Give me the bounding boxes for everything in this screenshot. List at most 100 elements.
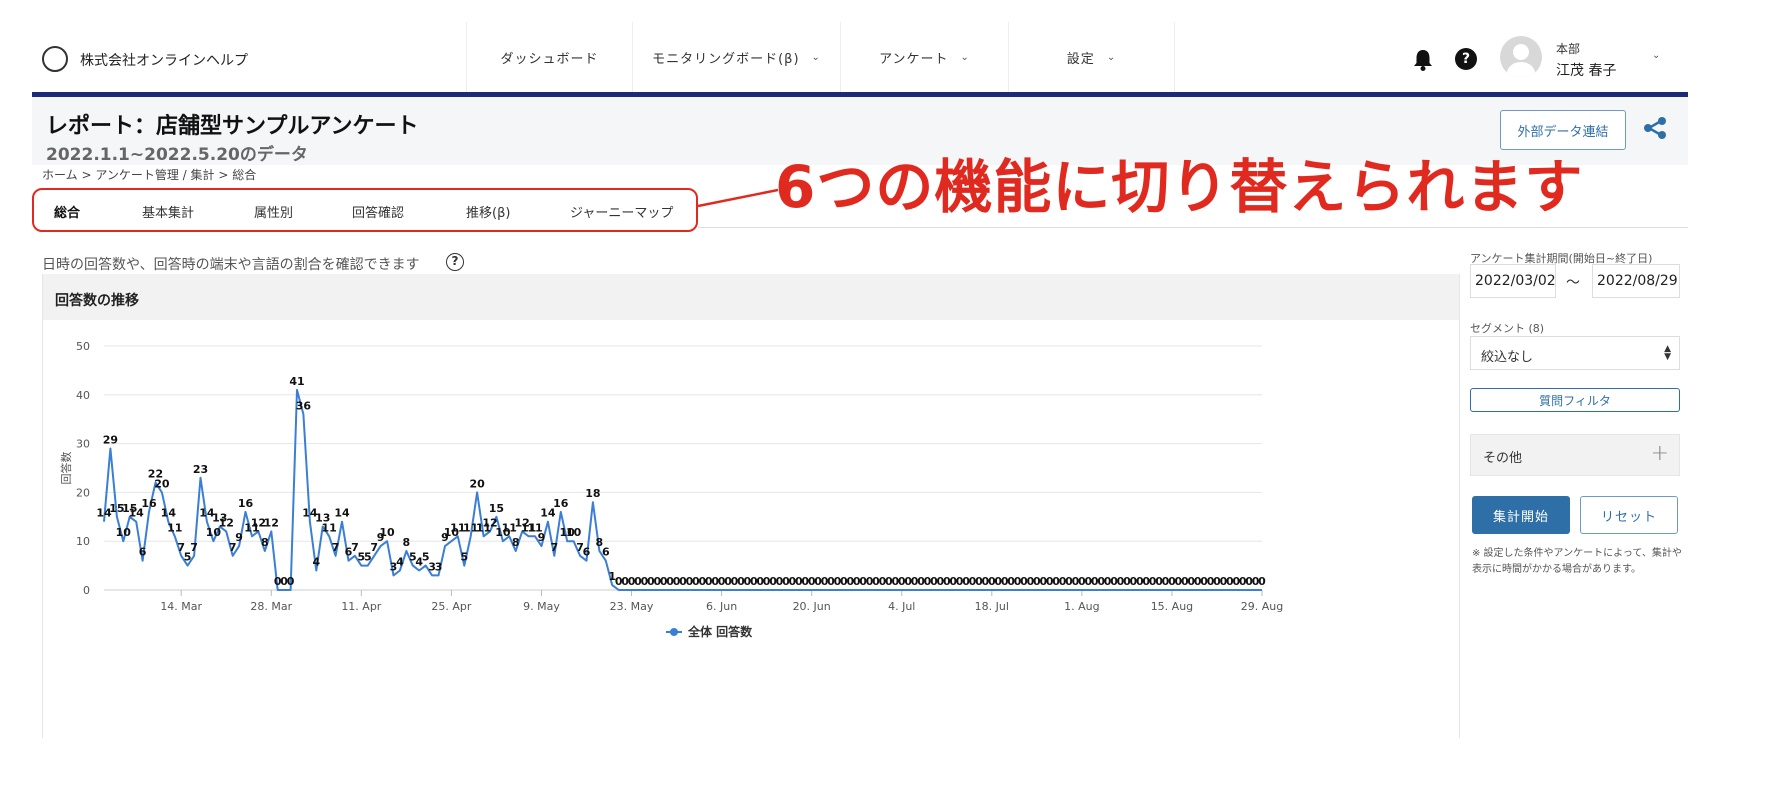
help-icon[interactable]: ? xyxy=(446,253,464,271)
data-label: 8 xyxy=(512,536,520,549)
data-label: 11 xyxy=(322,521,337,534)
nav-survey[interactable]: アンケート ⌄ xyxy=(841,22,1009,92)
company-name[interactable]: 株式会社オンラインヘルプ xyxy=(80,50,248,70)
other-label: その他 xyxy=(1483,451,1523,466)
data-label: 16 xyxy=(553,497,569,510)
tab-basic-summary[interactable]: 基本集計 xyxy=(142,202,194,221)
report-tabs: 総合 基本集計 属性別 回答確認 推移(β) ジャーニーマップ xyxy=(32,188,698,232)
y-tick-label: 40 xyxy=(76,389,90,402)
question-filter-button[interactable]: 質問フィルタ xyxy=(1470,388,1680,412)
data-label: 6 xyxy=(583,546,591,559)
tab-response-check[interactable]: 回答確認 xyxy=(352,202,404,221)
x-tick-label: 18. Jul xyxy=(975,600,1009,613)
data-label: 9 xyxy=(538,531,546,544)
y-tick-label: 10 xyxy=(76,535,90,548)
y-axis-label: 回答数 xyxy=(59,452,73,485)
responses-line-chart: 01020304050回答数14. Mar 28. Mar 11. Apr 25. A… xyxy=(59,340,1283,639)
select-arrows-icon: ▲ ▼ xyxy=(1664,344,1671,362)
data-label: 7 xyxy=(190,541,198,554)
x-tick-label: 28. Mar xyxy=(250,600,292,613)
data-label: 11 xyxy=(167,521,182,534)
segment-label: セグメント (8) xyxy=(1470,322,1545,335)
y-tick-label: 30 xyxy=(76,438,90,451)
nav-dashboard[interactable]: ダッシュボード xyxy=(467,22,633,92)
breadcrumb[interactable]: ホーム > アンケート管理 / 集計 > 総合 xyxy=(42,166,256,183)
data-label: 4 xyxy=(396,555,404,568)
data-label: 12 xyxy=(264,516,279,529)
data-label: 14 xyxy=(161,507,177,520)
nav-settings[interactable]: 設定 ⌄ xyxy=(1009,22,1175,92)
chevron-down-icon: ⌄ xyxy=(1106,51,1117,63)
y-tick-label: 50 xyxy=(76,340,90,353)
data-label: 29 xyxy=(103,433,118,446)
x-tick-label: 14. Mar xyxy=(160,600,202,613)
nav-label: ダッシュボード xyxy=(500,51,599,67)
x-tick-label: 29. Aug xyxy=(1241,600,1283,613)
page-title: レポート：店舗型サンプルアンケート xyxy=(46,114,419,139)
date-range-separator: 〜 xyxy=(1566,275,1580,291)
data-label: 12 xyxy=(219,516,234,529)
start-date-input[interactable]: 2022/03/02 xyxy=(1470,264,1556,298)
tab-trend[interactable]: 推移(β) xyxy=(466,202,510,221)
x-tick-label: 25. Apr xyxy=(431,600,471,613)
nav-label: モニタリングボード(β) xyxy=(652,51,800,67)
tab-overview[interactable]: 総合 xyxy=(54,202,80,221)
tab-attributes[interactable]: 属性別 xyxy=(254,202,293,221)
description-text: 日時の回答数や、回答時の端末や言語の割合を確認できます xyxy=(42,257,420,273)
page-subtitle: 2022.1.1~2022.5.20のデータ xyxy=(46,145,308,165)
data-label: 8 xyxy=(403,536,411,549)
chart-panel-header: 回答数の推移 xyxy=(43,274,1459,320)
data-label: 41 xyxy=(289,375,304,388)
other-accordion[interactable]: その他 + xyxy=(1470,434,1680,476)
nav-label: 設定 xyxy=(1066,51,1095,67)
data-label: 5 xyxy=(460,551,468,564)
chevron-down-icon[interactable]: ⌄ xyxy=(1652,50,1660,61)
x-tick-label: 1. Aug xyxy=(1064,600,1099,613)
data-label: 10 xyxy=(116,526,132,539)
legend-label: 全体 回答数 xyxy=(687,624,753,639)
chevron-down-icon: ⌄ xyxy=(811,51,821,63)
end-date-input[interactable]: 2022/08/29 xyxy=(1592,264,1680,298)
data-label: 10 xyxy=(566,526,582,539)
segment-select-value: 絞込なし xyxy=(1481,350,1534,365)
data-label: 4 xyxy=(312,555,320,568)
start-aggregation-button[interactable]: 集計開始 xyxy=(1472,496,1570,534)
data-label: 18 xyxy=(585,487,600,500)
data-label: 7 xyxy=(551,541,559,554)
segment-select[interactable]: 絞込なし ▲ ▼ xyxy=(1470,336,1680,370)
reset-button[interactable]: リセット xyxy=(1580,496,1678,534)
share-icon[interactable] xyxy=(1643,116,1667,140)
user-department: 本部 xyxy=(1556,42,1581,56)
help-icon[interactable]: ? xyxy=(1455,48,1477,70)
x-tick-label: 11. Apr xyxy=(341,600,381,613)
data-label: 15 xyxy=(489,502,504,515)
data-label: 6 xyxy=(139,546,147,559)
user-name[interactable]: 江茂 春子 xyxy=(1556,60,1616,80)
x-tick-label: 23. May xyxy=(610,600,654,613)
data-label: 8 xyxy=(261,536,269,549)
tab-journey-map[interactable]: ジャーニーマップ xyxy=(570,202,673,221)
data-label: 36 xyxy=(296,399,312,412)
plus-icon: + xyxy=(1650,441,1669,466)
logo-circle-icon[interactable] xyxy=(42,46,68,72)
bell-icon[interactable] xyxy=(1412,48,1434,72)
x-tick-label: 6. Jun xyxy=(706,600,737,613)
nav-monitoring-board[interactable]: モニタリングボード(β) ⌄ xyxy=(633,22,841,92)
data-label: 20 xyxy=(469,477,485,490)
nav-label: アンケート xyxy=(879,51,949,67)
data-label: 16 xyxy=(141,497,157,510)
x-tick-label: 20. Jun xyxy=(793,600,831,613)
data-label: 14 xyxy=(334,507,350,520)
data-label: 10 xyxy=(379,526,395,539)
top-header: 株式会社オンラインヘルプ ダッシュボード モニタリングボード(β) ⌄ アンケー… xyxy=(32,22,1688,92)
series-line xyxy=(103,388,1262,591)
user-silhouette-icon xyxy=(1506,44,1536,78)
data-label: 9 xyxy=(235,531,243,544)
avatar[interactable] xyxy=(1500,36,1542,78)
y-tick-label: 20 xyxy=(76,486,90,499)
data-label: 16 xyxy=(238,497,254,510)
main-nav: ダッシュボード モニタリングボード(β) ⌄ アンケート ⌄ 設定 ⌄ xyxy=(466,22,1175,92)
x-tick-label: 4. Jul xyxy=(888,600,915,613)
data-label: 3 xyxy=(435,560,443,573)
callout-connector xyxy=(698,188,778,208)
